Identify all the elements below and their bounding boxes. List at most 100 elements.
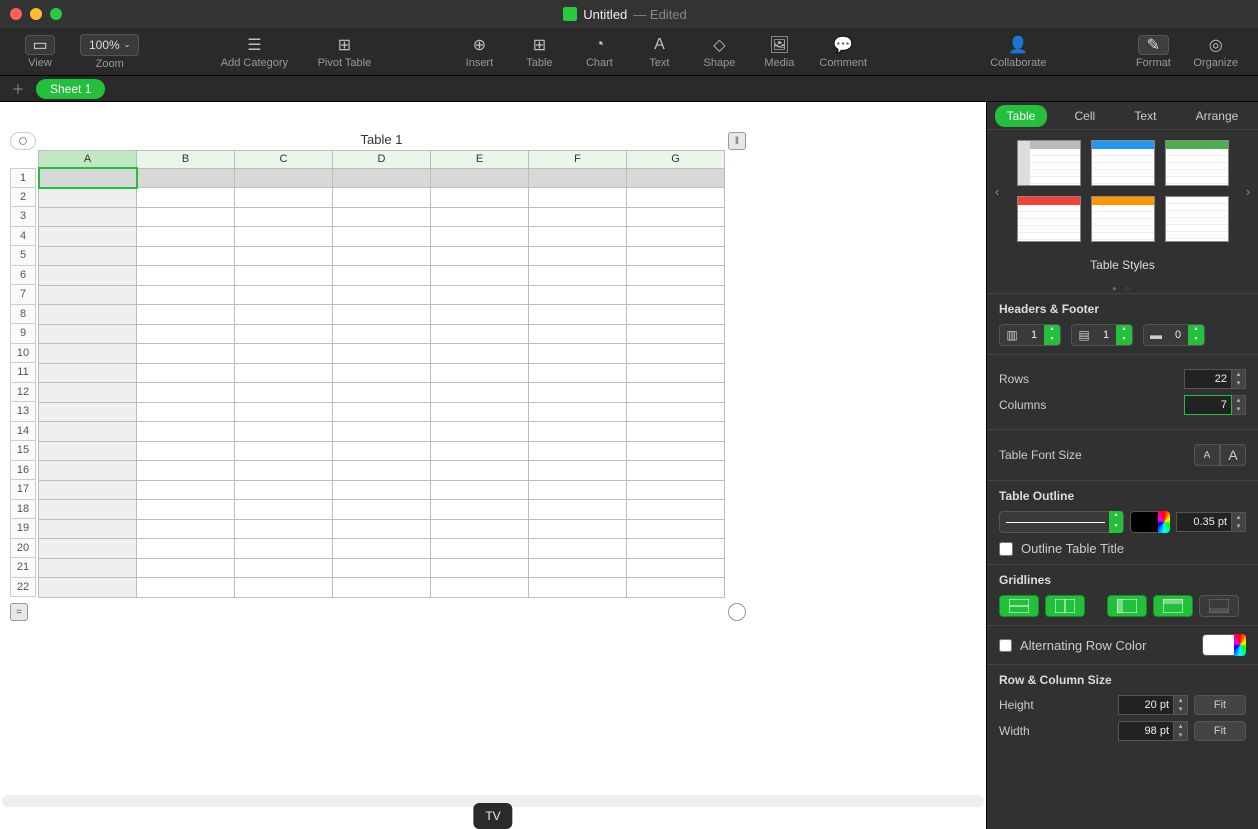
table-style-green[interactable] xyxy=(1165,140,1229,186)
cell[interactable] xyxy=(137,383,235,403)
cell[interactable] xyxy=(431,461,529,481)
row-header[interactable]: 5 xyxy=(10,246,36,266)
cell[interactable] xyxy=(137,480,235,500)
cell[interactable] xyxy=(235,500,333,520)
cell[interactable] xyxy=(627,344,725,364)
add-column-handle[interactable]: ‖ xyxy=(728,132,746,150)
cell[interactable] xyxy=(627,500,725,520)
collaborate-button[interactable]: 👤 Collaborate xyxy=(983,35,1053,69)
header-rows-stepper[interactable]: ▤1▴▾ xyxy=(1071,324,1133,346)
cell[interactable] xyxy=(333,324,431,344)
row-header[interactable]: 8 xyxy=(10,305,36,325)
cell[interactable] xyxy=(333,578,431,598)
width-input[interactable] xyxy=(1118,721,1174,741)
alt-row-color-well[interactable] xyxy=(1202,634,1246,656)
pivot-button[interactable]: ⊞ Pivot Table xyxy=(309,35,379,69)
cell[interactable] xyxy=(137,305,235,325)
columns-stepper[interactable]: ▴▾ xyxy=(1184,395,1246,415)
cell[interactable] xyxy=(627,285,725,305)
font-smaller-button[interactable]: A xyxy=(1194,444,1220,466)
cell[interactable] xyxy=(627,188,725,208)
cell[interactable] xyxy=(333,461,431,481)
cell[interactable] xyxy=(529,168,627,188)
font-larger-button[interactable]: A xyxy=(1220,444,1246,466)
cell[interactable] xyxy=(235,461,333,481)
outline-width-stepper[interactable]: ▴▾ xyxy=(1176,512,1246,532)
cell[interactable] xyxy=(627,519,725,539)
width-fit-button[interactable]: Fit xyxy=(1194,721,1246,741)
cell[interactable] xyxy=(529,480,627,500)
close-window-button[interactable] xyxy=(10,8,22,20)
cell[interactable] xyxy=(627,402,725,422)
cell[interactable] xyxy=(39,578,137,598)
rows-stepper[interactable]: ▴▾ xyxy=(1184,369,1246,389)
cell[interactable] xyxy=(529,539,627,559)
row-header[interactable]: 2 xyxy=(10,188,36,208)
table-style-gray[interactable] xyxy=(1017,140,1081,186)
column-header[interactable]: D xyxy=(333,150,431,168)
cell[interactable] xyxy=(333,539,431,559)
format-button[interactable]: ✎ Format xyxy=(1133,35,1173,69)
cell[interactable] xyxy=(431,539,529,559)
column-header[interactable]: C xyxy=(235,150,333,168)
cell[interactable] xyxy=(137,285,235,305)
cell[interactable] xyxy=(137,266,235,286)
cell[interactable] xyxy=(235,402,333,422)
row-header[interactable]: 19 xyxy=(10,519,36,539)
cell[interactable] xyxy=(137,168,235,188)
row-header[interactable]: 22 xyxy=(10,578,36,598)
cell[interactable] xyxy=(235,519,333,539)
cell[interactable] xyxy=(529,441,627,461)
cell[interactable] xyxy=(431,441,529,461)
outline-color-well[interactable] xyxy=(1130,511,1170,533)
cell[interactable] xyxy=(627,305,725,325)
gridlines-header-col-button[interactable] xyxy=(1107,595,1147,617)
cell[interactable] xyxy=(529,188,627,208)
tab-text[interactable]: Text xyxy=(1122,105,1168,127)
cell[interactable] xyxy=(137,558,235,578)
cell[interactable] xyxy=(431,227,529,247)
cell[interactable] xyxy=(333,188,431,208)
cell[interactable] xyxy=(39,363,137,383)
row-header[interactable]: 4 xyxy=(10,227,36,247)
cell[interactable] xyxy=(235,168,333,188)
table-style-red[interactable] xyxy=(1017,196,1081,242)
cell[interactable] xyxy=(333,519,431,539)
outline-style-select[interactable]: ▴▾ xyxy=(999,511,1124,533)
cell[interactable] xyxy=(431,266,529,286)
cell[interactable] xyxy=(627,539,725,559)
cell[interactable] xyxy=(235,207,333,227)
minimize-window-button[interactable] xyxy=(30,8,42,20)
cell[interactable] xyxy=(137,188,235,208)
cell[interactable] xyxy=(431,402,529,422)
cell[interactable] xyxy=(137,500,235,520)
cell[interactable] xyxy=(431,305,529,325)
resize-table-handle[interactable] xyxy=(728,603,746,621)
row-header[interactable]: 17 xyxy=(10,480,36,500)
canvas[interactable]: ‖ 12345678910111213141516171819202122 Ta… xyxy=(0,102,986,829)
gridlines-header-row-button[interactable] xyxy=(1153,595,1193,617)
cell[interactable] xyxy=(627,422,725,442)
cell[interactable] xyxy=(235,266,333,286)
cell[interactable] xyxy=(431,285,529,305)
row-header[interactable]: 12 xyxy=(10,383,36,403)
cell[interactable] xyxy=(627,227,725,247)
cell[interactable] xyxy=(39,324,137,344)
cell[interactable] xyxy=(235,305,333,325)
row-header[interactable]: 20 xyxy=(10,539,36,559)
columns-input[interactable] xyxy=(1184,395,1232,415)
cell[interactable] xyxy=(431,500,529,520)
cell[interactable] xyxy=(39,266,137,286)
cell[interactable] xyxy=(39,500,137,520)
cell[interactable] xyxy=(137,363,235,383)
table-title[interactable]: Table 1 xyxy=(39,130,725,150)
cell[interactable] xyxy=(235,558,333,578)
cell[interactable] xyxy=(235,188,333,208)
cell[interactable] xyxy=(529,246,627,266)
cell[interactable] xyxy=(39,188,137,208)
cell[interactable] xyxy=(137,519,235,539)
cell[interactable] xyxy=(39,344,137,364)
gridlines-footer-button[interactable] xyxy=(1199,595,1239,617)
cell[interactable] xyxy=(235,480,333,500)
cell[interactable] xyxy=(431,363,529,383)
